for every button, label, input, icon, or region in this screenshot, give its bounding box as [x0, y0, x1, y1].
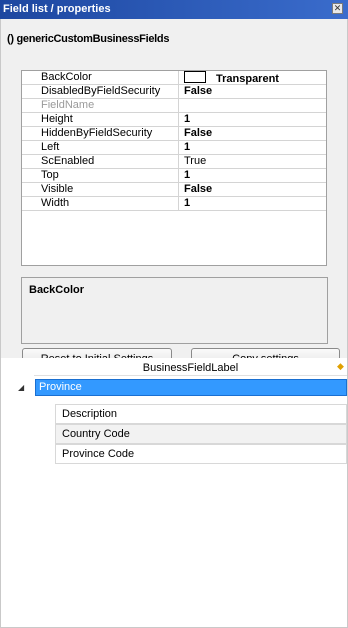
property-name: ScEnabled: [22, 155, 179, 168]
property-name: Width: [22, 197, 179, 210]
property-name: Visible: [22, 183, 179, 196]
property-row-fieldname[interactable]: FieldName: [22, 99, 326, 113]
property-name: BackColor: [22, 71, 179, 84]
property-value[interactable]: 1: [179, 197, 326, 210]
property-row-top[interactable]: Top 1: [22, 169, 326, 183]
property-name: DisabledByFieldSecurity: [22, 85, 179, 98]
property-value[interactable]: 1: [179, 169, 326, 182]
property-row-disabledbyfieldsecurity[interactable]: DisabledByFieldSecurity False: [22, 85, 326, 99]
property-name: Left: [22, 141, 179, 154]
property-value[interactable]: 1: [179, 141, 326, 154]
properties-panel: () genericCustomBusinessFields BackColor…: [0, 19, 348, 370]
property-row-hiddenbyfieldsecurity[interactable]: HiddenByFieldSecurity False: [22, 127, 326, 141]
property-value[interactable]: True: [179, 155, 326, 168]
expanded-arrow-icon[interactable]: ◢: [18, 383, 28, 393]
property-grid: BackColor Transparent DisabledByFieldSec…: [21, 70, 327, 266]
property-name: FieldName: [22, 99, 179, 112]
property-row-scenabled[interactable]: ScEnabled True: [22, 155, 326, 169]
property-value[interactable]: [179, 99, 326, 112]
property-value[interactable]: False: [179, 183, 326, 196]
property-row-visible[interactable]: Visible False: [22, 183, 326, 197]
window-titlebar: Field list / properties ✕: [0, 0, 348, 19]
tree-child-item[interactable]: Description: [55, 404, 347, 424]
description-title: BackColor: [29, 284, 85, 296]
field-tree-panel: BusinessFieldLabel ◆ ◢ Province Descript…: [0, 358, 348, 628]
tree-child-item[interactable]: Province Code: [55, 444, 347, 464]
property-name: HiddenByFieldSecurity: [22, 127, 179, 140]
object-name: () genericCustomBusinessFields: [7, 33, 170, 45]
tree-root-node[interactable]: Province: [35, 379, 347, 396]
property-value[interactable]: Transparent: [179, 71, 326, 85]
property-name: Height: [22, 113, 179, 126]
tree-column-header[interactable]: BusinessFieldLabel: [34, 360, 347, 376]
property-row-backcolor[interactable]: BackColor Transparent: [22, 71, 326, 85]
close-icon[interactable]: ✕: [332, 3, 343, 14]
pin-icon[interactable]: ◆: [337, 362, 345, 371]
color-swatch: [184, 71, 206, 83]
tree-child-item[interactable]: Country Code: [55, 424, 347, 444]
property-row-left[interactable]: Left 1: [22, 141, 326, 155]
property-row-height[interactable]: Height 1: [22, 113, 326, 127]
property-value[interactable]: False: [179, 127, 326, 140]
property-value[interactable]: 1: [179, 113, 326, 126]
property-name: Top: [22, 169, 179, 182]
property-value[interactable]: False: [179, 85, 326, 98]
window-title: Field list / properties: [3, 3, 111, 15]
property-description-pane: BackColor: [21, 277, 328, 344]
property-row-width[interactable]: Width 1: [22, 197, 326, 211]
